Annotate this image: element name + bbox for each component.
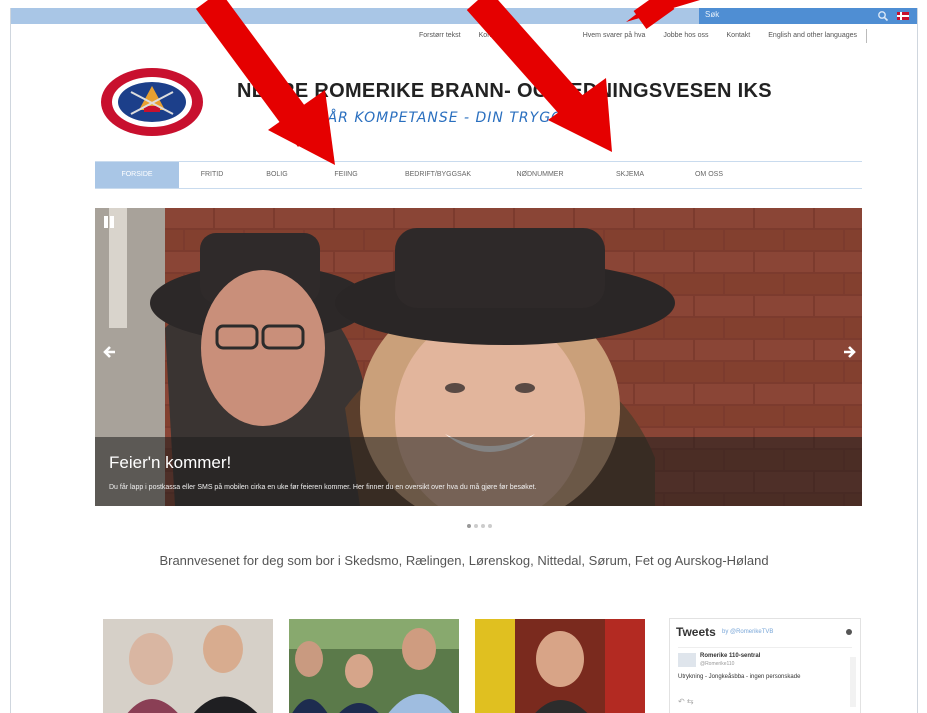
nav-item-emergency-numbers[interactable]: Nødnummer — [493, 162, 587, 188]
nav-item-home[interactable]: Forside — [95, 162, 179, 188]
tweet-author[interactable]: Romerike 110-sentral — [700, 653, 760, 659]
tweet-text: Utrykning - Jongkeåsbba - ingen personsk… — [678, 674, 801, 680]
avatar[interactable] — [678, 653, 696, 667]
slide-dot[interactable] — [481, 524, 485, 528]
browser-page: Søk Forstørr tekst Kontrast Hvem svarer … — [10, 8, 918, 713]
news-card-image — [103, 619, 273, 713]
intro-text: Brannvesenet for deg som bor i Skedsmo, … — [159, 553, 769, 568]
utility-link-contrast[interactable]: Kontrast — [470, 27, 514, 45]
brand-logo[interactable] — [99, 66, 205, 138]
slide-text: Du får lapp i postkassa eller SMS på mob… — [109, 484, 537, 491]
news-card[interactable] — [475, 619, 645, 713]
news-card-image — [289, 619, 459, 713]
utility-link-jobs[interactable]: Jobbe hos oss — [654, 27, 717, 45]
prev-slide-icon[interactable] — [101, 342, 121, 362]
hero-slider[interactable]: Feier'n kommer! Du får lapp i postkassa … — [95, 208, 862, 506]
nav-item-housing[interactable]: Bolig — [245, 162, 309, 188]
news-card[interactable] — [289, 619, 459, 713]
pause-icon[interactable] — [101, 214, 117, 230]
utility-link-contact[interactable]: Kontakt — [718, 27, 760, 45]
slide-dot[interactable] — [467, 524, 471, 528]
slide-indicators — [467, 524, 492, 528]
utility-links: Forstørr tekst Kontrast Hvem svarer på h… — [410, 27, 867, 45]
utility-link-who-answers[interactable]: Hvem svarer på hva — [574, 27, 655, 45]
scrollbar[interactable] — [850, 657, 856, 707]
news-card[interactable] — [103, 619, 273, 713]
slide-caption[interactable]: Feier'n kommer! Du får lapp i postkassa … — [95, 437, 862, 506]
nav-item-leisure[interactable]: Fritid — [179, 162, 245, 188]
search-bar[interactable]: Søk — [699, 8, 917, 24]
divider — [678, 647, 852, 648]
nav-item-business[interactable]: Bedrift/byggsak — [383, 162, 493, 188]
twitter-widget[interactable]: Tweets by @RomerikeTVB Romerike 110-sent… — [669, 618, 861, 713]
uk-flag-icon[interactable] — [897, 12, 909, 20]
search-input[interactable]: Søk — [705, 10, 719, 19]
nav-item-forms[interactable]: Skjema — [587, 162, 673, 188]
main-nav: Forside Fritid Bolig Feiing Bedrift/bygg… — [95, 161, 862, 189]
site-title: NEDRE ROMERIKE BRANN- OG REDNINGSVESEN I… — [237, 80, 772, 102]
slide-dot[interactable] — [488, 524, 492, 528]
utility-link-english[interactable]: English and other languages — [759, 27, 866, 45]
tweets-by-link[interactable]: by @RomerikeTVB — [722, 629, 773, 635]
nav-item-about[interactable]: Om oss — [673, 162, 745, 188]
divider — [866, 29, 867, 43]
tweets-title: Tweets — [676, 625, 716, 639]
top-bar: Søk — [11, 8, 917, 24]
slide-dot[interactable] — [474, 524, 478, 528]
news-card-image — [475, 619, 645, 713]
search-icon[interactable] — [877, 10, 889, 22]
slide-title[interactable]: Feier'n kommer! — [109, 453, 231, 473]
utility-link-text-size[interactable]: Forstørr tekst — [410, 27, 470, 45]
next-slide-icon[interactable] — [838, 342, 858, 362]
nav-item-chimney-sweep[interactable]: Feiing — [309, 162, 383, 188]
tweet-handle[interactable]: @Romerike110 — [700, 661, 734, 667]
tweet-actions[interactable]: ↶ ⇆ — [678, 697, 694, 706]
twitter-bird-icon[interactable] — [844, 627, 854, 637]
site-tagline: VÅR KOMPETANSE - DIN TRYGGHET — [317, 110, 594, 126]
